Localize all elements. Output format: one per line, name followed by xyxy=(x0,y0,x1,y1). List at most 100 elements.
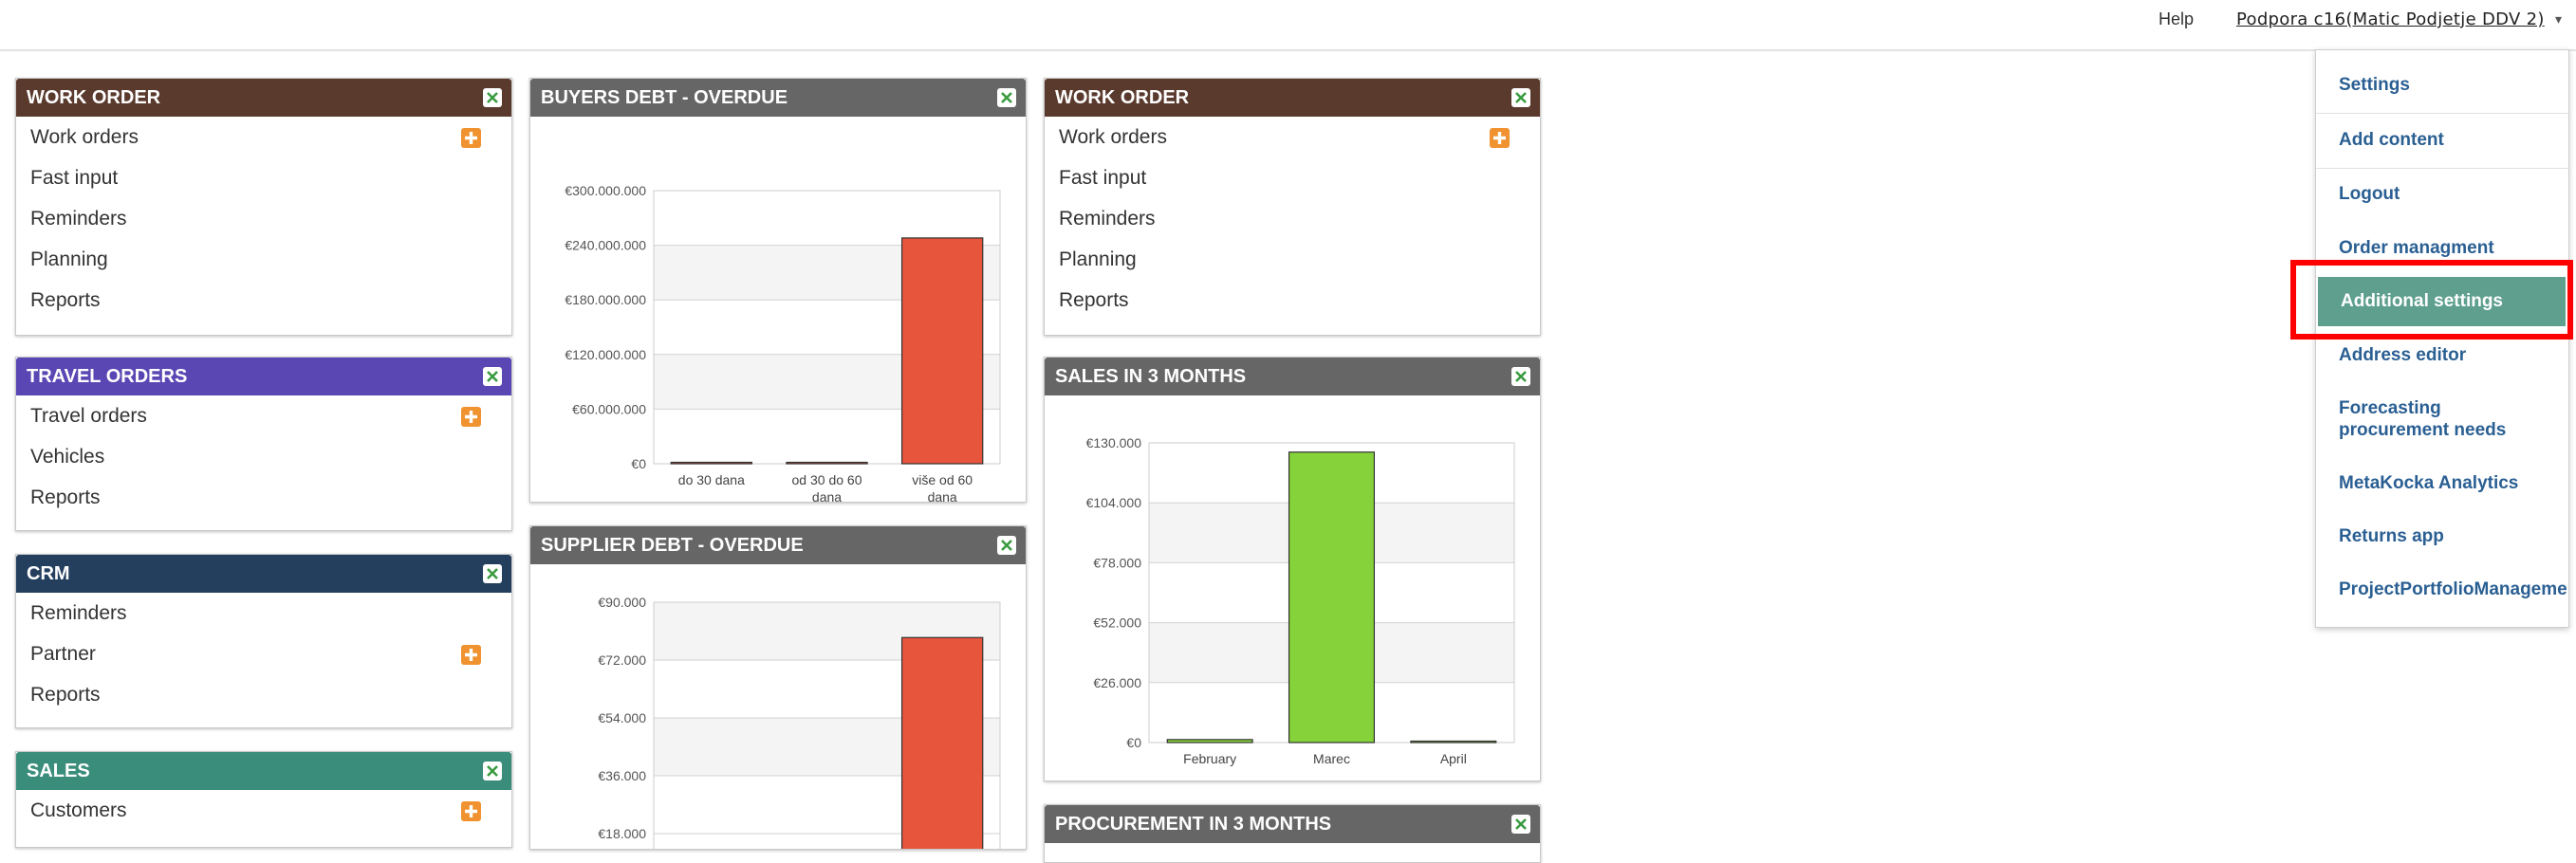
top-bar: Help Podpora c16(Matic Podjetje DDV 2) ▾ xyxy=(0,0,2576,51)
menu-item-add-content[interactable]: Add content xyxy=(2316,129,2568,151)
close-icon[interactable] xyxy=(483,88,502,107)
list-item: Reports xyxy=(16,487,511,529)
link-reports[interactable]: Reports xyxy=(30,487,101,508)
bar xyxy=(786,461,868,465)
x-tick-label: od 30 do 60 xyxy=(792,472,862,487)
link-reminders[interactable]: Reminders xyxy=(30,602,127,624)
close-icon[interactable] xyxy=(997,88,1016,107)
y-tick-label: €300.000.000 xyxy=(565,183,646,198)
menu-item-settings[interactable]: Settings xyxy=(2316,74,2568,96)
add-icon[interactable] xyxy=(461,645,481,665)
link-reminders[interactable]: Reminders xyxy=(1059,208,1156,230)
close-icon[interactable] xyxy=(997,536,1016,555)
menu-item-project-portfolio-management[interactable]: ProjectPortfolioManageme xyxy=(2316,578,2568,600)
widget-title: PROCUREMENT IN 3 MONTHS xyxy=(1055,814,1332,835)
menu-item-address-editor[interactable]: Address editor xyxy=(2316,344,2568,366)
list-item: Work orders xyxy=(1045,126,1540,169)
sales-chart: €0 €26.000 €52.000 €78.000 €104.000 €130.000 F… xyxy=(1086,435,1515,766)
widget-header: SALES xyxy=(16,752,511,790)
link-work-orders[interactable]: Work orders xyxy=(1059,126,1167,148)
list-item: Partner xyxy=(16,643,511,686)
widget-header: CRM xyxy=(16,555,511,593)
link-reminders[interactable]: Reminders xyxy=(30,208,127,230)
list-item: Work orders xyxy=(16,126,511,169)
menu-item-additional-settings[interactable]: Additional settings xyxy=(2318,277,2566,326)
widget-header: WORK ORDER xyxy=(1045,79,1540,117)
link-reports[interactable]: Reports xyxy=(30,289,101,311)
x-tick-label: February xyxy=(1183,751,1236,766)
widget-crm: CRM Reminders Partner Reports xyxy=(15,554,512,728)
list-item: Vehicles xyxy=(16,446,511,488)
link-work-orders[interactable]: Work orders xyxy=(30,126,139,148)
y-tick-label: €240.000.000 xyxy=(565,238,646,253)
menu-item-order-managment[interactable]: Order managment xyxy=(2316,237,2568,259)
widget-title: SALES IN 3 MONTHS xyxy=(1055,366,1247,387)
supplier-debt-chart: €18.000 €36.000 €54.000 €72.000 €90.000 xyxy=(598,595,1001,849)
list-item: Reports xyxy=(16,684,511,726)
close-icon[interactable] xyxy=(483,564,502,583)
list-item: Reminders xyxy=(16,208,511,250)
link-customers[interactable]: Customers xyxy=(30,799,127,821)
link-partner[interactable]: Partner xyxy=(30,643,96,665)
y-tick-label: €36.000 xyxy=(598,768,646,783)
widget-title: BUYERS DEBT - OVERDUE xyxy=(541,87,788,108)
close-icon[interactable] xyxy=(483,367,502,386)
list-item: Fast input xyxy=(16,167,511,210)
link-fast-input[interactable]: Fast input xyxy=(30,167,118,189)
chevron-down-icon[interactable]: ▾ xyxy=(2555,11,2562,28)
link-planning[interactable]: Planning xyxy=(30,248,108,270)
menu-item-forecasting-procurement-needs[interactable]: Forecasting procurement needs xyxy=(2316,397,2544,441)
list-item: Customers xyxy=(16,799,511,842)
link-reports[interactable]: Reports xyxy=(1059,289,1129,311)
widget-title: CRM xyxy=(27,563,70,584)
help-link[interactable]: Help xyxy=(2159,9,2194,29)
bar xyxy=(1410,740,1497,744)
close-icon[interactable] xyxy=(1511,815,1530,834)
user-dropdown-menu: Settings Add content Logout Order managm… xyxy=(2315,49,2569,628)
x-tick-label: do 30 dana xyxy=(678,472,745,487)
menu-item-metakocka-analytics[interactable]: MetaKocka Analytics xyxy=(2316,472,2568,494)
user-menu-toggle[interactable]: Podpora c16(Matic Podjetje DDV 2) xyxy=(2236,9,2545,29)
x-tick-label: dana xyxy=(928,489,957,502)
widget-travel-orders: TRAVEL ORDERS Travel orders Vehicles Rep… xyxy=(15,357,512,531)
widget-header: SUPPLIER DEBT - OVERDUE xyxy=(530,526,1026,564)
y-tick-label: €90.000 xyxy=(598,595,646,610)
widget-procurement-3-months: PROCUREMENT IN 3 MONTHS xyxy=(1044,804,1541,863)
y-tick-label: €180.000.000 xyxy=(565,292,646,307)
y-tick-label: €130.000 xyxy=(1086,435,1142,450)
menu-divider xyxy=(2316,168,2568,169)
add-icon[interactable] xyxy=(461,407,481,427)
add-icon[interactable] xyxy=(461,128,481,148)
list-item: Planning xyxy=(1045,248,1540,291)
close-icon[interactable] xyxy=(1511,367,1530,386)
widget-supplier-debt: SUPPLIER DEBT - OVERDUE €18.000 €36.000 €5… xyxy=(529,525,1027,850)
y-tick-label: €18.000 xyxy=(598,826,646,841)
y-tick-label: €72.000 xyxy=(598,652,646,668)
link-vehicles[interactable]: Vehicles xyxy=(30,446,104,468)
widget-title: SUPPLIER DEBT - OVERDUE xyxy=(541,535,804,556)
link-travel-orders[interactable]: Travel orders xyxy=(30,405,147,427)
menu-item-returns-app[interactable]: Returns app xyxy=(2316,525,2568,547)
link-planning[interactable]: Planning xyxy=(1059,248,1137,270)
y-tick-label: €26.000 xyxy=(1093,675,1141,690)
widget-header: PROCUREMENT IN 3 MONTHS xyxy=(1045,805,1540,843)
list-item: Travel orders xyxy=(16,405,511,448)
menu-item-logout[interactable]: Logout xyxy=(2316,183,2568,205)
close-icon[interactable] xyxy=(483,762,502,780)
add-icon[interactable] xyxy=(1490,128,1510,148)
buyers-debt-chart: €0 €60.000.000 €120.000.000 €180.000.000 €24… xyxy=(565,183,1001,502)
widget-title: WORK ORDER xyxy=(1055,87,1190,108)
widget-title: TRAVEL ORDERS xyxy=(27,366,188,387)
y-tick-label: €0 xyxy=(1126,735,1141,750)
widget-header: SALES IN 3 MONTHS xyxy=(1045,358,1540,395)
link-reports[interactable]: Reports xyxy=(30,684,101,706)
y-tick-label: €78.000 xyxy=(1093,555,1141,570)
link-fast-input[interactable]: Fast input xyxy=(1059,167,1146,189)
widget-sales: SALES Customers xyxy=(15,751,512,848)
widget-title: SALES xyxy=(27,761,90,781)
x-tick-label: dana xyxy=(812,489,842,502)
menu-divider xyxy=(2316,113,2568,114)
y-tick-label: €120.000.000 xyxy=(565,347,646,362)
close-icon[interactable] xyxy=(1511,88,1530,107)
add-icon[interactable] xyxy=(461,801,481,821)
